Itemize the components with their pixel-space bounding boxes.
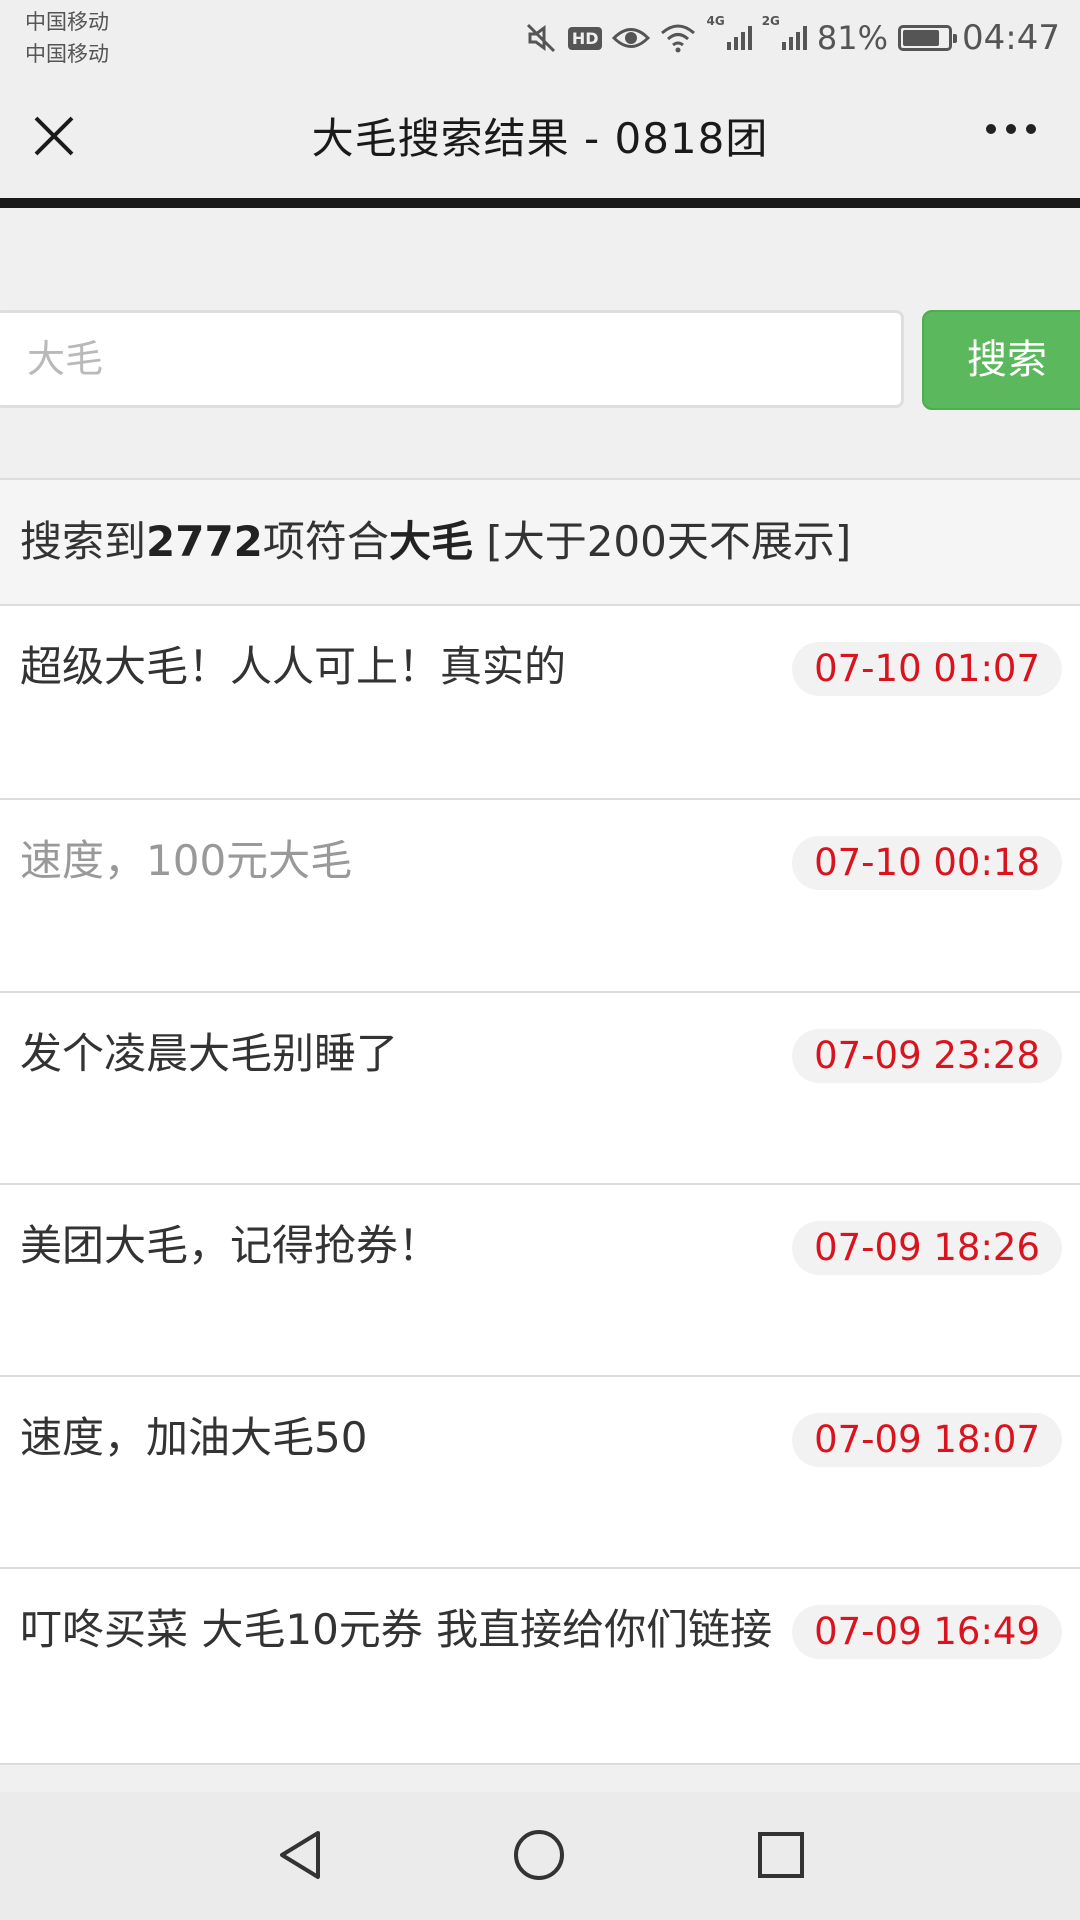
list-item[interactable]: 叮咚买菜 大毛10元券 我直接给你们链接 07-09 16:49 (0, 1569, 1080, 1765)
page-title: 大毛搜索结果 - 0818团 (311, 114, 769, 163)
item-time-badge: 07-09 18:07 (792, 1413, 1062, 1467)
status-icons: HD 4G 2G 81% 04:47 (524, 10, 1060, 66)
hd-icon: HD (567, 26, 603, 50)
search-area: 搜索 (0, 208, 1080, 478)
wifi-icon (661, 24, 696, 53)
summary-prefix: 搜索到 (20, 517, 147, 566)
item-title: 美团大毛，记得抢券！ (20, 1221, 441, 1270)
home-icon[interactable] (512, 1828, 566, 1882)
more-options-icon[interactable] (986, 124, 1036, 134)
carrier-label-2: 中国移动 (25, 42, 109, 66)
summary-suffix: [大于200天不展示] (472, 517, 852, 566)
item-time-badge: 07-10 00:18 (792, 836, 1062, 890)
item-time-badge: 07-10 01:07 (792, 642, 1062, 696)
network-type-1: 4G (706, 14, 725, 28)
item-time-badge: 07-09 16:49 (792, 1605, 1062, 1659)
result-list: 超级大毛！人人可上！真实的 07-10 01:07 速度，100元大毛 07-1… (0, 606, 1080, 1765)
mute-icon (526, 23, 555, 53)
back-icon[interactable] (274, 1828, 328, 1882)
list-item[interactable]: 美团大毛，记得抢券！ 07-09 18:26 (0, 1185, 1080, 1377)
battery-percent: 81% (816, 19, 889, 57)
network-type-2: 2G (761, 14, 780, 28)
signal-icon-2 (781, 26, 807, 50)
clock: 04:47 (962, 18, 1060, 58)
close-icon[interactable] (28, 110, 80, 162)
battery-icon (898, 25, 958, 51)
item-title: 超级大毛！人人可上！真实的 (20, 642, 567, 691)
system-nav-bar (0, 1792, 1080, 1920)
item-time-badge: 07-09 18:26 (792, 1221, 1062, 1275)
list-item[interactable]: 速度，100元大毛 07-10 00:18 (0, 800, 1080, 993)
search-keyword: 大毛 (388, 517, 473, 566)
item-title: 速度，100元大毛 (20, 836, 353, 885)
signal-icon-1 (726, 26, 752, 50)
result-summary: 搜索到2772项符合大毛 [大于200天不展示] (0, 478, 1080, 606)
list-item[interactable]: 超级大毛！人人可上！真实的 07-10 01:07 (0, 606, 1080, 800)
status-bar: 中国移动 中国移动 HD 4G 2G 81% 04:47 (0, 0, 1080, 80)
item-title: 叮咚买菜 大毛10元券 我直接给你们链接 (20, 1605, 773, 1654)
eye-icon (612, 28, 651, 48)
item-title: 速度，加油大毛50 (20, 1413, 368, 1462)
item-title: 发个凌晨大毛别睡了 (20, 1029, 399, 1078)
summary-middle: 项符合 (262, 517, 389, 566)
list-item[interactable]: 发个凌晨大毛别睡了 07-09 23:28 (0, 993, 1080, 1185)
item-time-badge: 07-09 23:28 (792, 1029, 1062, 1083)
nav-bar: 大毛搜索结果 - 0818团 (0, 80, 1080, 208)
result-count: 2772 (146, 517, 263, 566)
list-item[interactable]: 速度，加油大毛50 07-09 18:07 (0, 1377, 1080, 1569)
search-input[interactable] (0, 310, 904, 408)
carrier-label-1: 中国移动 (25, 10, 109, 34)
recent-apps-icon[interactable] (754, 1828, 808, 1882)
search-button[interactable]: 搜索 (922, 310, 1080, 410)
